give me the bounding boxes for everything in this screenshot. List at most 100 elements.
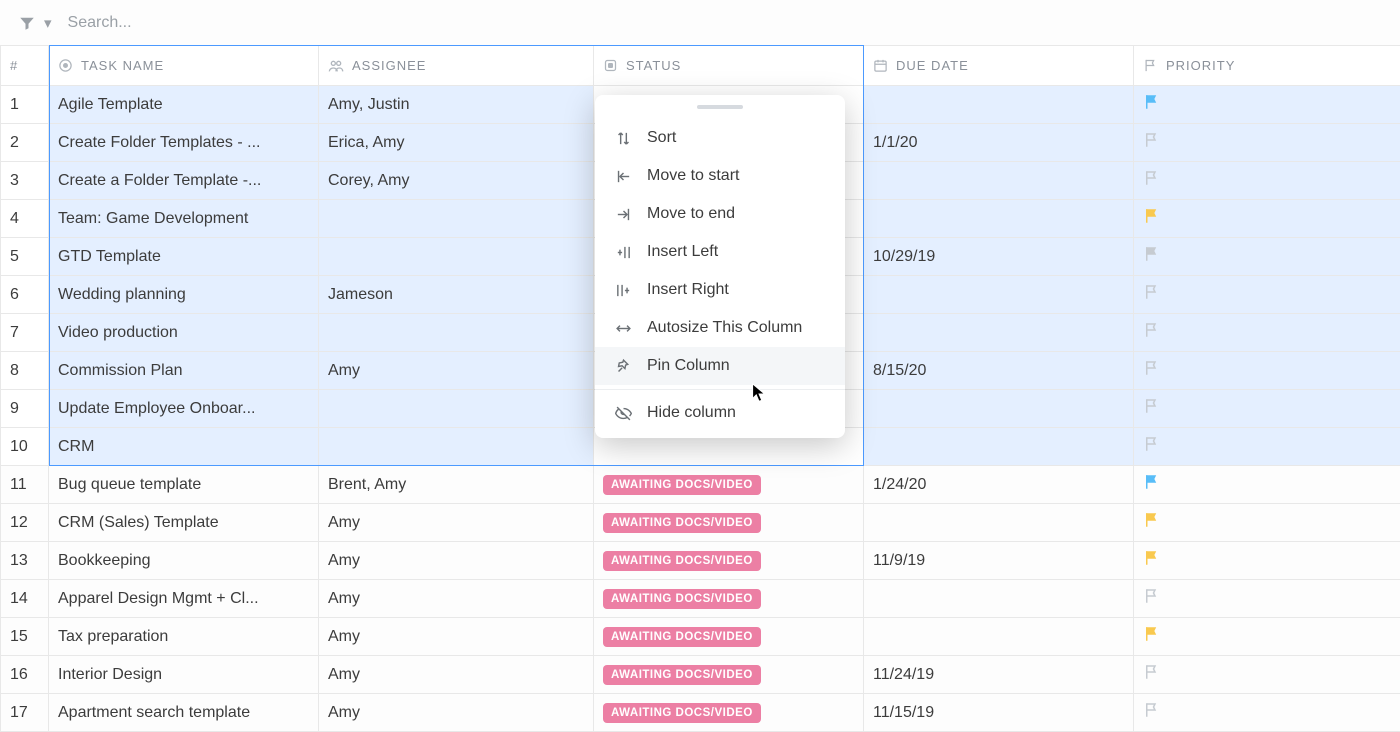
assignee-cell[interactable]: Corey, Amy <box>319 162 594 200</box>
due-date-cell[interactable] <box>864 86 1134 124</box>
priority-cell[interactable] <box>1134 656 1400 694</box>
task-name-cell[interactable]: Video production <box>49 314 319 352</box>
task-name-cell[interactable]: Apparel Design Mgmt + Cl... <box>49 580 319 618</box>
col-header-status[interactable]: STATUS <box>594 46 864 86</box>
col-header-due[interactable]: DUE DATE <box>864 46 1134 86</box>
due-date-cell[interactable]: 11/15/19 <box>864 694 1134 732</box>
col-header-task[interactable]: TASK NAME <box>49 46 319 86</box>
priority-cell[interactable] <box>1134 466 1400 504</box>
due-date-cell[interactable]: 8/15/20 <box>864 352 1134 390</box>
task-name-cell[interactable]: Commission Plan <box>49 352 319 390</box>
filter-icon[interactable] <box>18 14 36 32</box>
task-name-cell[interactable]: Team: Game Development <box>49 200 319 238</box>
table-row[interactable]: 14Apparel Design Mgmt + Cl...AmyAWAITING… <box>1 580 1400 618</box>
table-row[interactable]: 13BookkeepingAmyAWAITING DOCS/VIDEO11/9/… <box>1 542 1400 580</box>
table-row[interactable]: 12CRM (Sales) TemplateAmyAWAITING DOCS/V… <box>1 504 1400 542</box>
filter-dropdown-icon[interactable]: ▾ <box>44 14 52 32</box>
assignee-cell[interactable]: Amy <box>319 656 594 694</box>
menu-insert-right[interactable]: Insert Right <box>595 271 845 309</box>
table-row[interactable]: 16Interior DesignAmyAWAITING DOCS/VIDEO1… <box>1 656 1400 694</box>
task-name-cell[interactable]: Wedding planning <box>49 276 319 314</box>
priority-cell[interactable] <box>1134 504 1400 542</box>
assignee-cell[interactable]: Amy <box>319 694 594 732</box>
due-date-cell[interactable] <box>864 162 1134 200</box>
assignee-cell[interactable]: Brent, Amy <box>319 466 594 504</box>
task-name-cell[interactable]: GTD Template <box>49 238 319 276</box>
priority-cell[interactable] <box>1134 580 1400 618</box>
priority-cell[interactable] <box>1134 694 1400 732</box>
due-date-cell[interactable] <box>864 428 1134 466</box>
priority-cell[interactable] <box>1134 390 1400 428</box>
drag-handle[interactable] <box>697 105 743 109</box>
task-name-cell[interactable]: Create a Folder Template -... <box>49 162 319 200</box>
assignee-cell[interactable] <box>319 390 594 428</box>
menu-move-start[interactable]: Move to start <box>595 157 845 195</box>
assignee-cell[interactable]: Amy <box>319 504 594 542</box>
table-row[interactable]: 11Bug queue templateBrent, AmyAWAITING D… <box>1 466 1400 504</box>
menu-move-end[interactable]: Move to end <box>595 195 845 233</box>
assignee-cell[interactable]: Amy <box>319 542 594 580</box>
priority-cell[interactable] <box>1134 124 1400 162</box>
col-header-assignee[interactable]: ASSIGNEE <box>319 46 594 86</box>
priority-cell[interactable] <box>1134 238 1400 276</box>
status-cell[interactable]: AWAITING DOCS/VIDEO <box>594 580 864 618</box>
table-row[interactable]: 17Apartment search templateAmyAWAITING D… <box>1 694 1400 732</box>
due-date-cell[interactable] <box>864 504 1134 542</box>
col-header-priority[interactable]: PRIORITY <box>1134 46 1400 86</box>
due-date-cell[interactable]: 1/1/20 <box>864 124 1134 162</box>
priority-cell[interactable] <box>1134 314 1400 352</box>
task-name-cell[interactable]: Create Folder Templates - ... <box>49 124 319 162</box>
due-date-cell[interactable]: 11/24/19 <box>864 656 1134 694</box>
status-cell[interactable]: AWAITING DOCS/VIDEO <box>594 656 864 694</box>
menu-insert-left[interactable]: Insert Left <box>595 233 845 271</box>
search-input[interactable] <box>64 8 1382 38</box>
assignee-cell[interactable]: Erica, Amy <box>319 124 594 162</box>
priority-cell[interactable] <box>1134 276 1400 314</box>
assignee-cell[interactable] <box>319 200 594 238</box>
due-date-cell[interactable] <box>864 200 1134 238</box>
task-name-cell[interactable]: Tax preparation <box>49 618 319 656</box>
due-date-cell[interactable] <box>864 580 1134 618</box>
priority-cell[interactable] <box>1134 200 1400 238</box>
task-name-cell[interactable]: CRM <box>49 428 319 466</box>
due-date-cell[interactable]: 10/29/19 <box>864 238 1134 276</box>
priority-cell[interactable] <box>1134 542 1400 580</box>
menu-sort[interactable]: Sort <box>595 119 845 157</box>
assignee-cell[interactable] <box>319 238 594 276</box>
assignee-cell[interactable]: Amy <box>319 352 594 390</box>
assignee-cell[interactable] <box>319 428 594 466</box>
due-date-cell[interactable] <box>864 390 1134 428</box>
due-date-cell[interactable]: 11/9/19 <box>864 542 1134 580</box>
task-name-cell[interactable]: Agile Template <box>49 86 319 124</box>
status-cell[interactable]: AWAITING DOCS/VIDEO <box>594 504 864 542</box>
assignee-cell[interactable]: Amy <box>319 580 594 618</box>
task-name-cell[interactable]: Interior Design <box>49 656 319 694</box>
task-name-cell[interactable]: Update Employee Onboar... <box>49 390 319 428</box>
status-cell[interactable]: AWAITING DOCS/VIDEO <box>594 542 864 580</box>
priority-cell[interactable] <box>1134 618 1400 656</box>
menu-pin[interactable]: Pin Column <box>595 347 845 385</box>
task-name-cell[interactable]: Bug queue template <box>49 466 319 504</box>
status-cell[interactable]: AWAITING DOCS/VIDEO <box>594 694 864 732</box>
assignee-cell[interactable] <box>319 314 594 352</box>
due-date-cell[interactable] <box>864 618 1134 656</box>
task-name-cell[interactable]: Bookkeeping <box>49 542 319 580</box>
due-date-cell[interactable] <box>864 276 1134 314</box>
col-header-number[interactable]: # <box>1 46 49 86</box>
menu-autosize[interactable]: Autosize This Column <box>595 309 845 347</box>
priority-cell[interactable] <box>1134 352 1400 390</box>
status-cell[interactable]: AWAITING DOCS/VIDEO <box>594 618 864 656</box>
priority-cell[interactable] <box>1134 428 1400 466</box>
priority-cell[interactable] <box>1134 86 1400 124</box>
task-name-cell[interactable]: CRM (Sales) Template <box>49 504 319 542</box>
priority-cell[interactable] <box>1134 162 1400 200</box>
status-cell[interactable]: AWAITING DOCS/VIDEO <box>594 466 864 504</box>
assignee-cell[interactable]: Jameson <box>319 276 594 314</box>
table-row[interactable]: 15Tax preparationAmyAWAITING DOCS/VIDEO <box>1 618 1400 656</box>
menu-hide[interactable]: Hide column <box>595 394 845 432</box>
due-date-cell[interactable] <box>864 314 1134 352</box>
assignee-cell[interactable]: Amy <box>319 618 594 656</box>
due-date-cell[interactable]: 1/24/20 <box>864 466 1134 504</box>
assignee-cell[interactable]: Amy, Justin <box>319 86 594 124</box>
task-name-cell[interactable]: Apartment search template <box>49 694 319 732</box>
